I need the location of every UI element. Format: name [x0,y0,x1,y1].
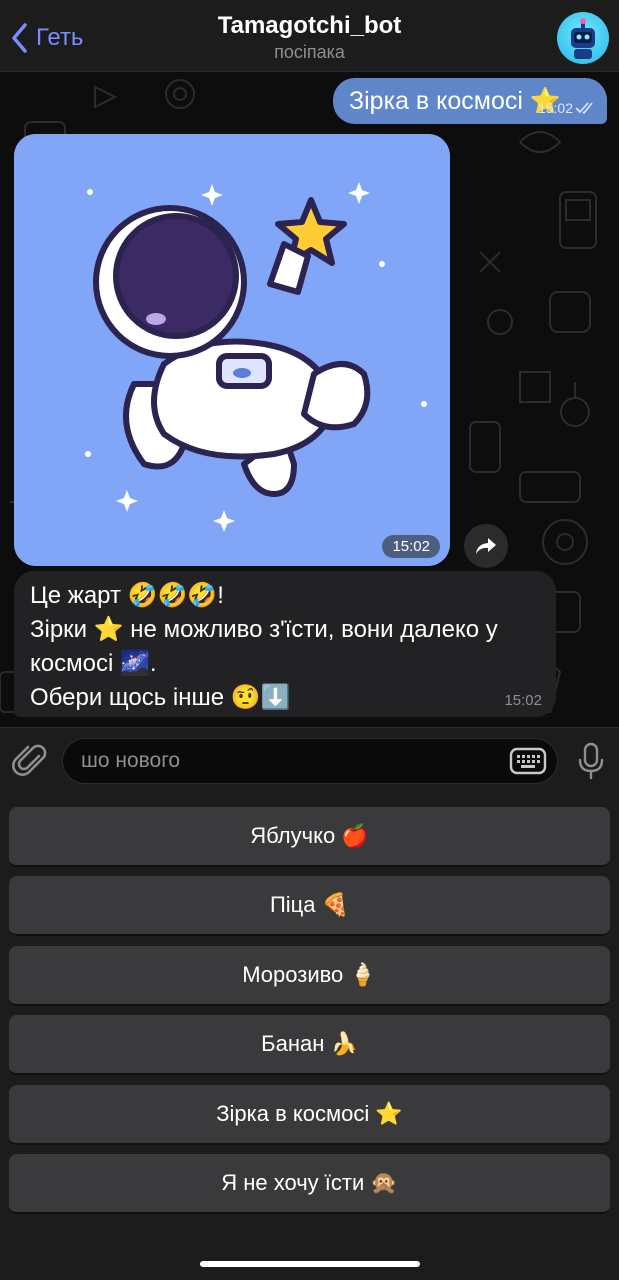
incoming-message-time: 15:02 [504,692,542,709]
reply-button-ice-cream[interactable]: Морозиво 🍦 [9,946,610,1006]
photo-message[interactable]: 15:02 [14,134,450,566]
bot-avatar[interactable] [557,12,609,64]
incoming-message-line: Зірки ⭐ не можливо з'їсти, вони далеко у [30,616,498,643]
voice-message-button[interactable] [577,742,605,780]
reply-button-pizza[interactable]: Піца 🍕 [9,876,610,936]
attach-button[interactable] [12,742,48,780]
home-indicator[interactable] [200,1261,420,1267]
reply-button-not-hungry[interactable]: Я не хочу їсти 🙊 [9,1154,610,1214]
message-field [62,738,558,784]
photo-message-time: 15:02 [382,535,440,558]
robot-avatar-icon [571,18,595,59]
chat-area[interactable]: Зірка в космосі ⭐ 15:02 15:02 Це жарт 🤣🤣… [0,72,619,727]
double-check-icon [575,102,593,114]
chat-title: Tamagotchi_bot [217,12,402,39]
incoming-message[interactable]: Це жарт 🤣🤣🤣! Зірки ⭐ не можливо з'їсти, … [14,571,556,717]
outgoing-message[interactable]: Зірка в космосі ⭐ 15:02 [333,78,607,124]
incoming-message-line: Обери щось інше 🤨⬇️ [30,684,291,711]
message-input[interactable] [81,739,501,783]
reply-button-banana[interactable]: Банан 🍌 [9,1015,610,1075]
astronaut-with-star-image [14,134,450,566]
message-input-bar [0,727,619,793]
bot-keyboard-toggle[interactable] [509,747,547,775]
outgoing-message-text: Зірка в космосі ⭐ [349,86,561,115]
share-arrow-icon [476,538,496,554]
outgoing-message-meta: 15:02 [538,100,595,116]
reply-button-apple[interactable]: Яблучко 🍎 [9,807,610,867]
incoming-message-line: космосі 🌌. [30,650,157,677]
microphone-icon [578,742,604,780]
forward-button[interactable] [464,524,508,568]
incoming-message-line: Це жарт 🤣🤣🤣! [30,582,224,609]
paperclip-icon [12,744,47,776]
chat-subtitle: посіпака [274,42,345,62]
chat-header: Геть Tamagotchi_bot посіпака [0,0,619,72]
bot-reply-keyboard: Яблучко 🍎 Піца 🍕 Морозиво 🍦 Банан 🍌 Зірк… [0,793,619,1280]
keyboard-icon [509,747,547,775]
outgoing-message-time: 15:02 [537,100,573,116]
reply-button-star[interactable]: Зірка в космосі ⭐ [9,1085,610,1145]
chat-title-block[interactable]: Tamagotchi_bot посіпака [0,12,619,63]
